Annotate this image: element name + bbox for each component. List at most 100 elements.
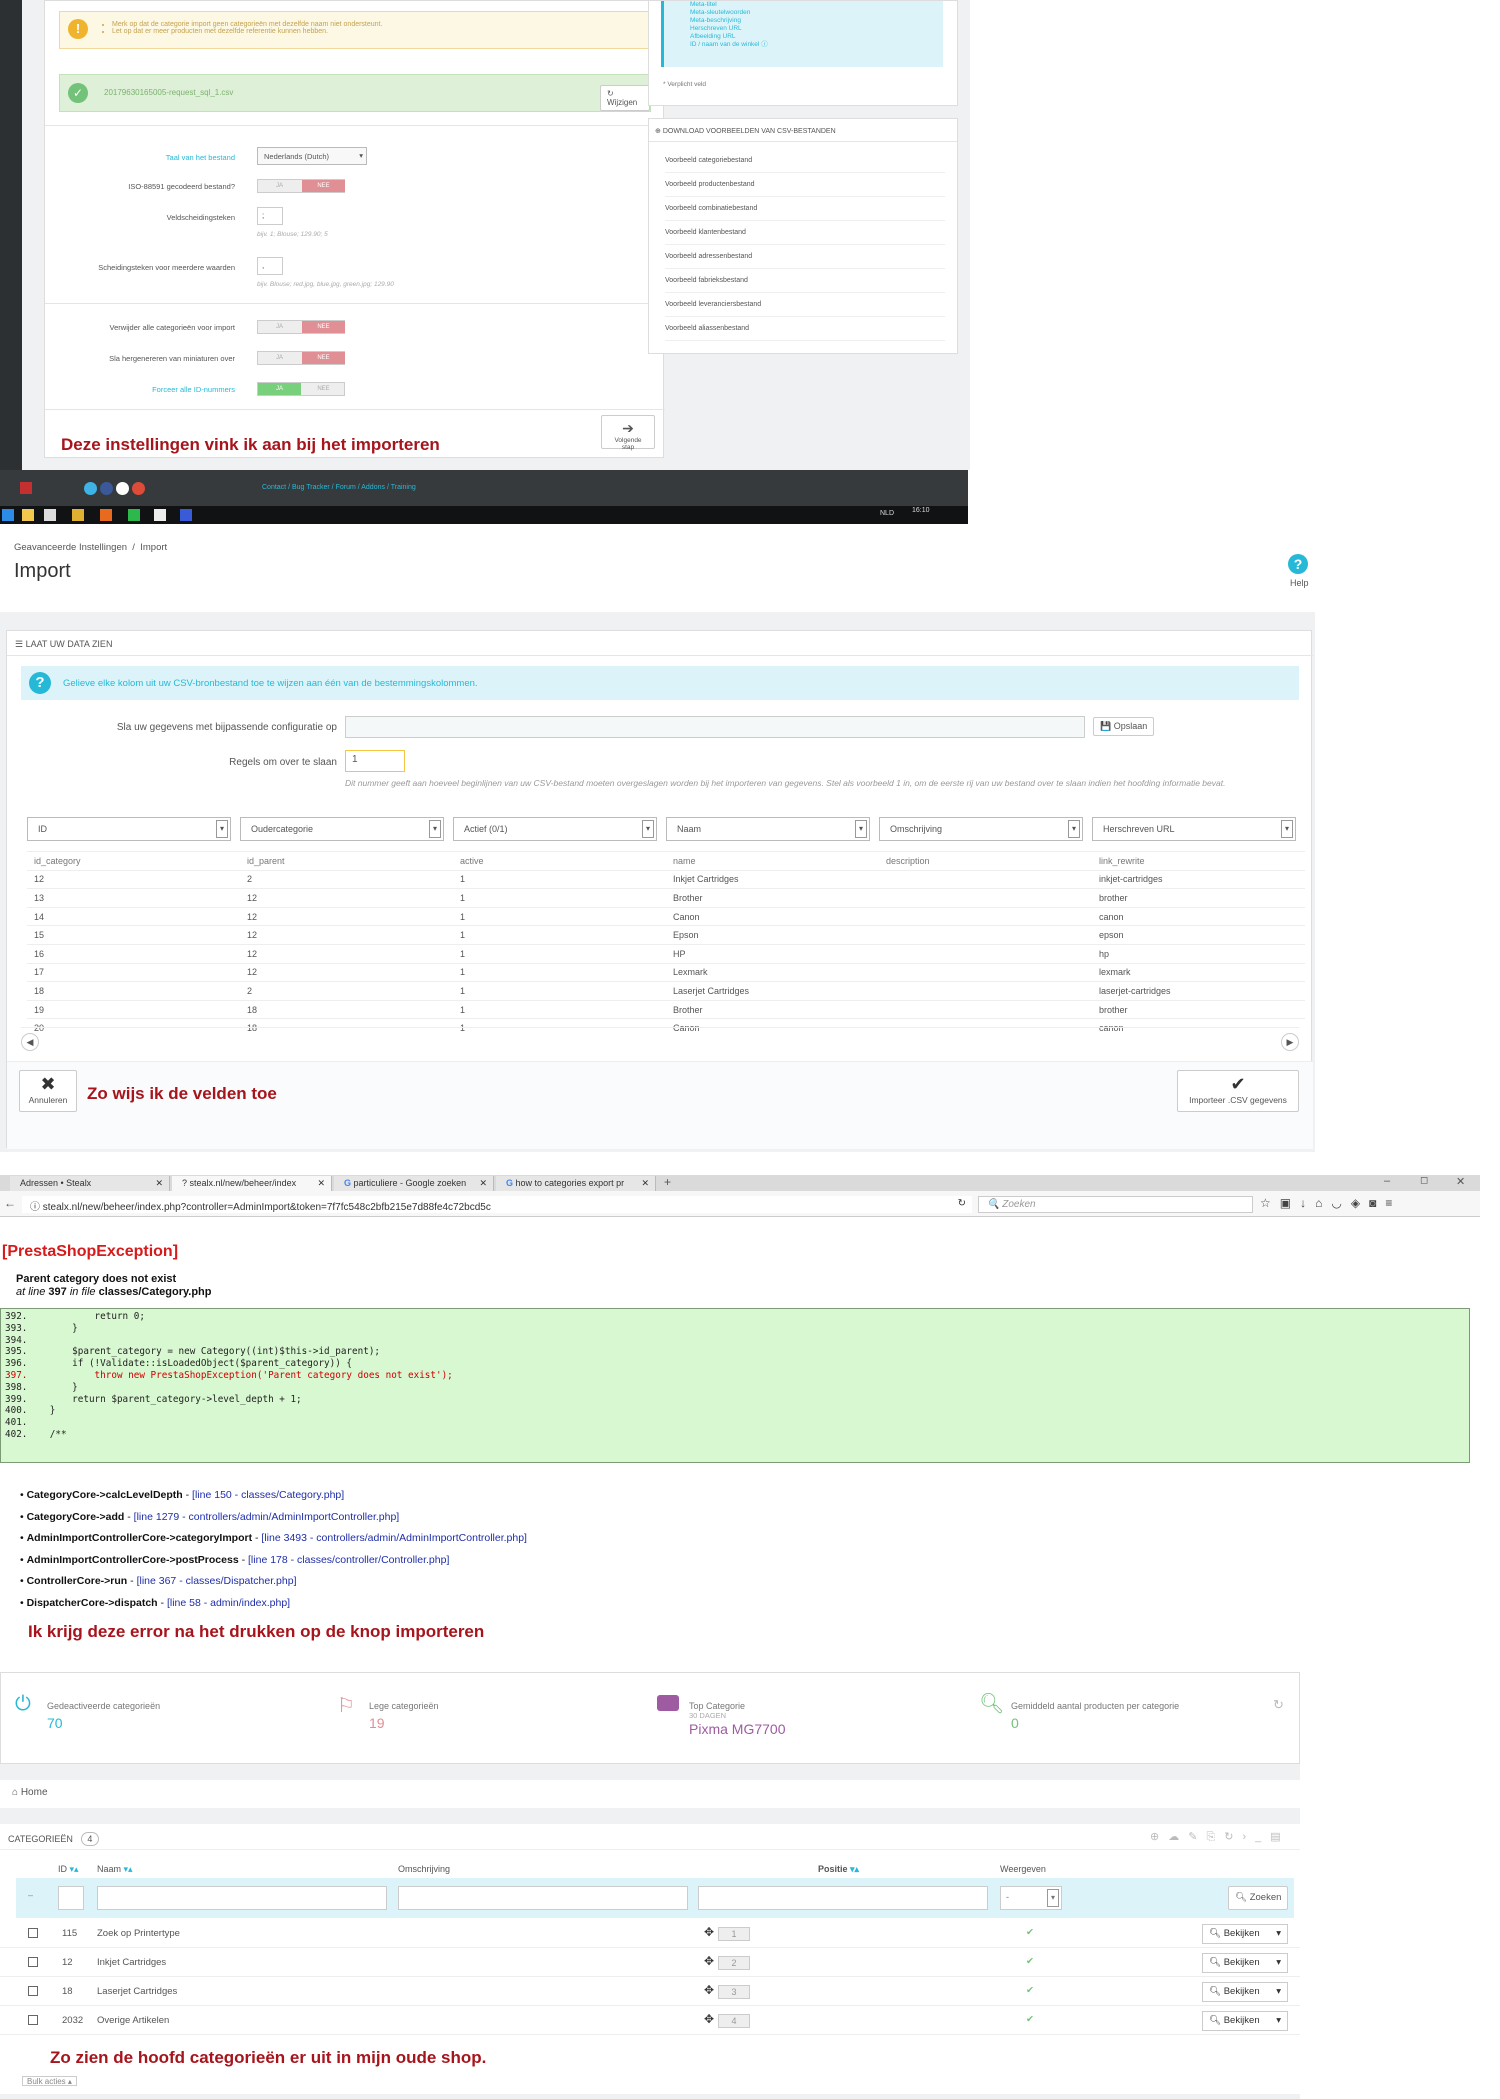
screenshot-icon[interactable]: ◙: [1369, 1196, 1385, 1210]
refresh-icon[interactable]: ↻: [1224, 1831, 1242, 1843]
refresh-icon[interactable]: ↻: [1273, 1697, 1284, 1713]
trace-location[interactable]: [line 1279 - controllers/admin/AdminImpo…: [134, 1511, 400, 1523]
download-sample-link[interactable]: Voorbeeld leveranciersbestand: [665, 293, 945, 317]
skip-thumbnails-toggle[interactable]: JA NEE: [257, 351, 345, 365]
kpi-empty[interactable]: Lege categorieën 19: [369, 1701, 439, 1731]
row-checkbox[interactable]: [28, 1986, 38, 1996]
facebook-icon[interactable]: [100, 482, 113, 495]
add-icon[interactable]: ⊕: [1150, 1831, 1168, 1843]
help-icon[interactable]: ?: [1288, 554, 1308, 574]
close-icon[interactable]: ✕: [155, 1178, 163, 1189]
download-sample-link[interactable]: Voorbeeld adressenbestand: [665, 245, 945, 269]
upload-icon[interactable]: ☁: [1168, 1831, 1188, 1843]
download-sample-link[interactable]: Voorbeeld fabrieksbestand: [665, 269, 945, 293]
filter-name[interactable]: [97, 1886, 387, 1910]
edit-icon[interactable]: ✎: [1188, 1831, 1206, 1843]
language-select[interactable]: Nederlands (Dutch) ▾: [257, 147, 367, 165]
folder-icon[interactable]: [22, 509, 34, 521]
close-icon[interactable]: ✕: [641, 1178, 649, 1189]
drag-handle-icon[interactable]: ✥: [704, 1954, 714, 1968]
db-icon[interactable]: ▤: [1270, 1831, 1289, 1843]
kpi-deactivated[interactable]: Gedeactiveerde categorieën 70: [47, 1701, 160, 1731]
enabled-check-icon[interactable]: ✔: [1026, 1985, 1034, 1996]
download-sample-link[interactable]: Voorbeeld productenbestand: [665, 173, 945, 197]
view-button[interactable]: 🔍︎ Bekijken ▾: [1202, 1953, 1288, 1973]
back-icon[interactable]: ←: [4, 1196, 16, 1210]
footer-link-forum[interactable]: Forum: [336, 484, 356, 491]
change-file-button[interactable]: ↻ Wijzigen: [600, 85, 650, 111]
reload-icon[interactable]: ↻: [958, 1198, 966, 1209]
app-icon[interactable]: [154, 509, 166, 521]
enabled-check-icon[interactable]: ✔: [1026, 1956, 1034, 1967]
filter-description[interactable]: [398, 1886, 688, 1910]
enabled-check-icon[interactable]: ✔: [1026, 1927, 1034, 1938]
pocket-icon[interactable]: ◡: [1331, 1196, 1350, 1210]
footer-link-addons[interactable]: Addons: [361, 484, 385, 491]
download-sample-link[interactable]: Voorbeeld klantenbestand: [665, 221, 945, 245]
search-filter-button[interactable]: 🔍︎ Zoeken: [1228, 1886, 1289, 1910]
minimize-icon[interactable]: –: [1384, 1175, 1390, 1187]
browser-tab[interactable]: Adressen • Stealx ✕: [10, 1176, 170, 1191]
sql-icon[interactable]: ›_: [1242, 1831, 1270, 1843]
view-button[interactable]: 🔍︎ Bekijken ▾: [1202, 1924, 1288, 1944]
firefox-icon[interactable]: [100, 509, 112, 521]
kpi-top-category[interactable]: Top Categorie 30 DAGEN Pixma MG7700: [689, 1701, 785, 1737]
category-row[interactable]: 2032 Overige Artikelen ✥ 4 ✔ 🔍︎ Bekijken ▾: [0, 2006, 1300, 2035]
trace-location[interactable]: [line 58 - admin/index.php]: [167, 1597, 290, 1609]
filter-display-select[interactable]: - ▾: [1000, 1886, 1062, 1910]
column-mapping-select[interactable]: Oudercategorie ▾: [240, 817, 444, 841]
breadcrumb-item[interactable]: Import: [140, 542, 167, 553]
caret-down-icon[interactable]: ▾: [1276, 1957, 1281, 1968]
export-icon[interactable]: ⎘: [1206, 1831, 1224, 1843]
column-mapping-select[interactable]: Omschrijving ▾: [879, 817, 1083, 841]
url-bar[interactable]: ⓘ stealx.nl/new/beheer/index.php?control…: [22, 1196, 972, 1213]
start-icon[interactable]: [2, 509, 14, 521]
help-label[interactable]: Help: [1290, 578, 1309, 588]
google-plus-icon[interactable]: [132, 482, 145, 495]
github-icon[interactable]: [116, 482, 129, 495]
trace-location[interactable]: [line 178 - classes/controller/Controlle…: [248, 1554, 449, 1566]
filter-id[interactable]: [58, 1886, 84, 1910]
view-button[interactable]: 🔍︎ Bekijken ▾: [1202, 1982, 1288, 2002]
trace-location[interactable]: [line 150 - classes/Category.php]: [192, 1489, 344, 1501]
drag-handle-icon[interactable]: ✥: [704, 1983, 714, 1997]
enabled-check-icon[interactable]: ✔: [1026, 2014, 1034, 2025]
download-sample-link[interactable]: Voorbeeld categoriebestand: [665, 149, 945, 173]
caret-down-icon[interactable]: ▾: [1276, 1986, 1281, 1997]
bookmark-star-icon[interactable]: ☆: [1260, 1196, 1280, 1210]
app-icon[interactable]: [44, 509, 56, 521]
breadcrumb-item[interactable]: Geavanceerde Instellingen: [14, 542, 127, 553]
column-mapping-select[interactable]: ID ▾: [27, 817, 231, 841]
column-mapping-select[interactable]: Herschreven URL ▾: [1092, 817, 1296, 841]
browser-tab[interactable]: G how to categories export pr ✕: [496, 1176, 656, 1191]
sort-icon[interactable]: ▾▴: [124, 1864, 133, 1874]
force-ids-toggle[interactable]: JA NEE: [257, 382, 345, 396]
cancel-button[interactable]: ✖ Annuleren: [19, 1070, 77, 1112]
breadcrumb-home[interactable]: Home: [21, 1787, 48, 1798]
save-config-button[interactable]: 💾 Opslaan: [1093, 717, 1155, 736]
filter-position[interactable]: [698, 1886, 988, 1910]
twitter-icon[interactable]: [84, 482, 97, 495]
drag-handle-icon[interactable]: ✥: [704, 2012, 714, 2026]
maximize-icon[interactable]: ◻: [1420, 1175, 1428, 1186]
new-tab-icon[interactable]: +: [664, 1175, 671, 1189]
download-icon[interactable]: ↓: [1300, 1196, 1315, 1210]
row-checkbox[interactable]: [28, 1928, 38, 1938]
sort-icon[interactable]: ▾▴: [70, 1864, 79, 1874]
column-mapping-select[interactable]: Actief (0/1) ▾: [453, 817, 657, 841]
browser-tab[interactable]: G particuliere - Google zoeken ✕: [334, 1176, 494, 1191]
iso-toggle[interactable]: JA NEE: [257, 179, 345, 193]
footer-link-training[interactable]: Training: [391, 484, 416, 491]
footer-link-bugtracker[interactable]: Bug Tracker: [292, 484, 330, 491]
bulk-actions-button[interactable]: Bulk acties ▴: [22, 2076, 77, 2086]
delete-categories-toggle[interactable]: JA NEE: [257, 320, 345, 334]
extension-icon[interactable]: ◈: [1351, 1196, 1369, 1210]
row-checkbox[interactable]: [28, 1957, 38, 1967]
column-mapping-select[interactable]: Naam ▾: [666, 817, 870, 841]
category-row[interactable]: 12 Inkjet Cartridges ✥ 2 ✔ 🔍︎ Bekijken ▾: [0, 1948, 1300, 1977]
menu-icon[interactable]: ≡: [1385, 1196, 1401, 1210]
category-row[interactable]: 18 Laserjet Cartridges ✥ 3 ✔ 🔍︎ Bekijken ▾: [0, 1977, 1300, 2006]
category-row[interactable]: 115 Zoek op Printertype ✥ 1 ✔ 🔍︎ Bekijken ▾: [0, 1919, 1300, 1948]
sort-icon[interactable]: ▾▴: [850, 1864, 859, 1874]
app-icon[interactable]: [72, 509, 84, 521]
